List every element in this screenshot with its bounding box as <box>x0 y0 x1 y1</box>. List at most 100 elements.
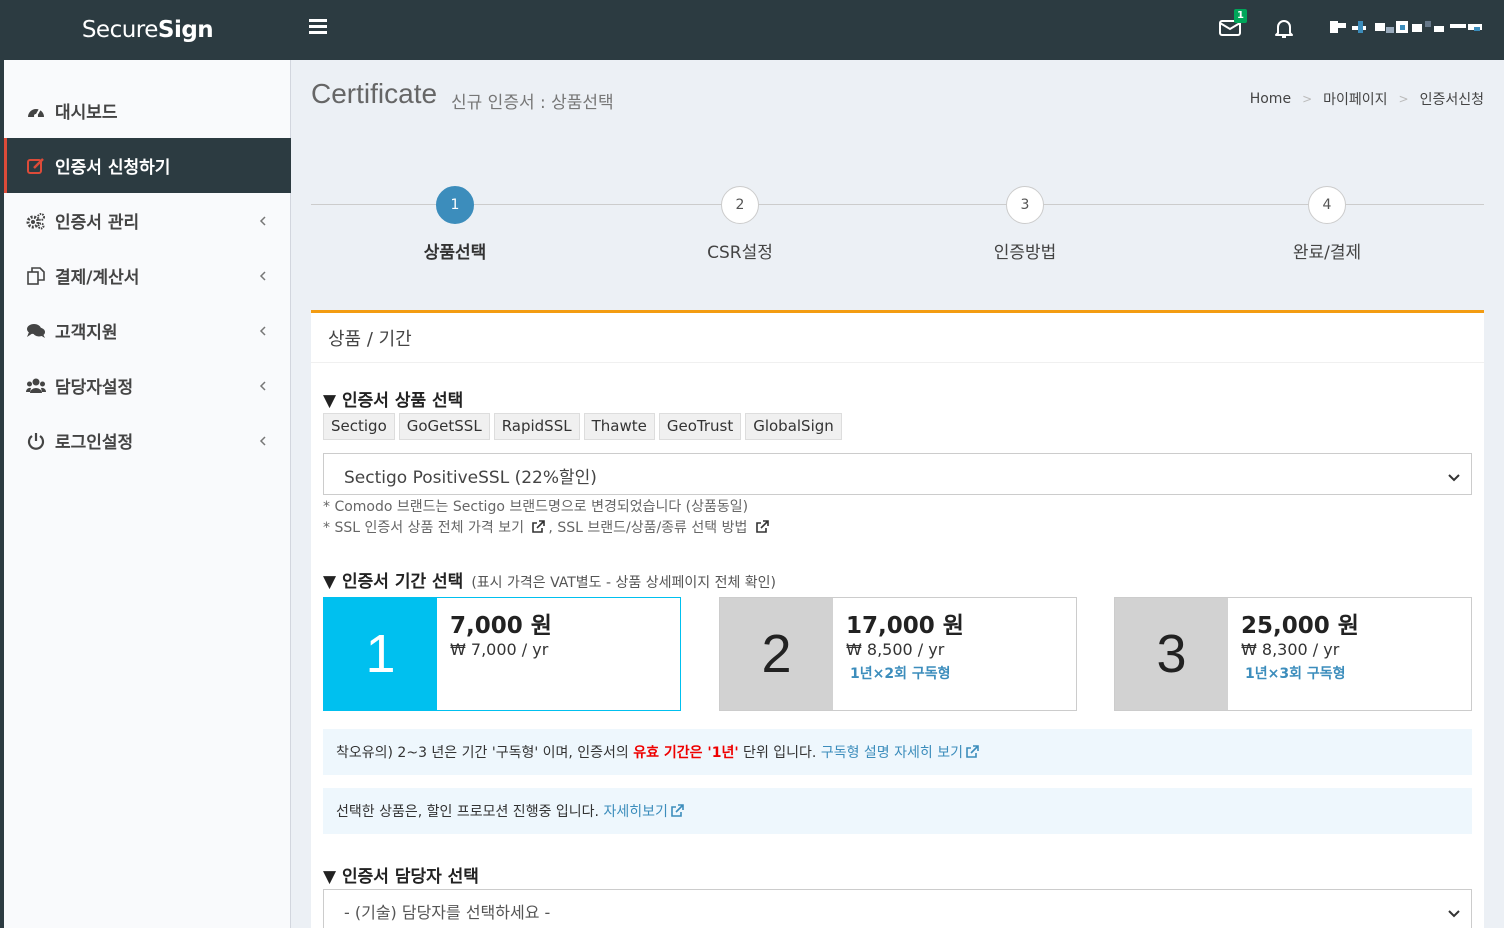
breadcrumb-home[interactable]: Home <box>1250 91 1291 107</box>
brand-tab-thawte[interactable]: Thawte <box>583 413 655 440</box>
sidebar-item-customer-support[interactable]: 고객지원 <box>4 303 291 358</box>
contact-select-value: - (기술) 담당자를 선택하세요 - <box>344 903 551 922</box>
product-section-title: ▼ 인증서 상품 선택 <box>323 391 464 411</box>
warning-validity: 유효 기간은 '1년' <box>633 745 739 761</box>
step-3-label: 인증방법 <box>993 243 1057 263</box>
sidebar-item-apply-certificate[interactable]: 인증서 신청하기 <box>4 138 291 193</box>
brand-tab-globalsign[interactable]: GlobalSign <box>745 413 842 440</box>
promotion-text: 선택한 상품은, 할인 프로모션 진행중 입니다. <box>336 804 604 820</box>
subscription-detail-link[interactable]: 구독형 설명 자세히 보기 <box>821 745 963 761</box>
period-price: 17,000 원 <box>846 613 964 639</box>
period-price: 25,000 원 <box>1241 613 1359 639</box>
period-rate: ₩ 8,300 / yr <box>1241 640 1340 659</box>
step-4-circle: 4 <box>1308 186 1346 224</box>
breadcrumb-mypage[interactable]: 마이페이지 <box>1323 89 1387 109</box>
period-section-title: ▼ 인증서 기간 선택 (표시 가격은 VAT별도 - 상품 상세페이지 전체 확… <box>323 567 776 592</box>
period-number: 3 <box>1115 598 1228 710</box>
sidebar-toggle-button[interactable] <box>309 19 327 37</box>
subscription-warning: 착오유의) 2~3 년은 기간 '구독형' 이며, 인증서의 유효 기간은 '1… <box>323 729 1472 775</box>
sidebar-item-label: 대시보드 <box>55 103 118 123</box>
sidebar-item-label: 로그인설정 <box>55 433 134 453</box>
external-link-icon[interactable] <box>965 745 979 759</box>
brand-tab-gogetssl[interactable]: GoGetSSL <box>398 413 490 440</box>
period-rate: ₩ 7,000 / yr <box>450 640 549 659</box>
promotion-detail-link[interactable]: 자세히보기 <box>603 804 667 820</box>
period-subscription-label: 1년×2회 구독형 <box>850 666 951 682</box>
logo-bold-text: Sign <box>157 17 214 43</box>
hamburger-bar <box>309 19 327 22</box>
brand-tab-rapidssl[interactable]: RapidSSL <box>493 413 580 440</box>
period-section-label: ▼ 인증서 기간 선택 <box>323 572 464 592</box>
step-1-label: 상품선택 <box>423 243 487 263</box>
sidebar-item-label: 담당자설정 <box>55 378 134 398</box>
dashboard-icon <box>26 101 46 121</box>
comments-icon <box>26 321 46 341</box>
edit-icon <box>26 156 46 176</box>
period-option-1yr[interactable]: 1 7,000 원 ₩ 7,000 / yr <box>323 597 681 711</box>
mail-badge: 1 <box>1234 9 1247 23</box>
sidebar-item-payment-invoice[interactable]: 결제/계산서 <box>4 248 291 303</box>
period-section-note: (표시 가격은 VAT별도 - 상품 상세페이지 전체 확인) <box>471 575 777 591</box>
gears-icon <box>26 211 46 231</box>
external-link-icon[interactable] <box>531 520 546 534</box>
brand-tabs: Sectigo GoGetSSL RapidSSL Thawte GeoTrus… <box>323 413 846 440</box>
period-option-3yr[interactable]: 3 25,000 원 ₩ 8,300 / yr 1년×3회 구독형 <box>1114 597 1472 711</box>
logo-light-text: Secure <box>81 17 159 43</box>
warning-prefix: 착오유의) 2~3 년은 기간 '구독형' 이며, 인증서의 <box>336 745 634 761</box>
brand-tab-sectigo[interactable]: Sectigo <box>323 413 395 440</box>
breadcrumb-current: 인증서신청 <box>1419 92 1484 108</box>
note-price-list-text: * SSL 인증서 상품 전체 가격 보기 <box>323 520 524 536</box>
power-icon <box>26 431 46 451</box>
promotion-notice: 선택한 상품은, 할인 프로모션 진행중 입니다. 자세히보기 <box>323 788 1472 834</box>
sidebar-item-login-settings[interactable]: 로그인설정 <box>4 413 291 468</box>
sidebar-item-contact-settings[interactable]: 담당자설정 <box>4 358 291 413</box>
hamburger-bar <box>309 25 327 28</box>
external-link-icon[interactable] <box>670 804 684 818</box>
product-select-value: Sectigo PositiveSSL (22%할인) <box>344 468 597 488</box>
product-select[interactable]: Sectigo PositiveSSL (22%할인) <box>323 453 1472 495</box>
chevron-down-icon <box>1447 468 1461 482</box>
chevron-left-icon <box>259 213 267 227</box>
page-title: Certificate <box>311 78 438 109</box>
step-4-label: 완료/결제 <box>1292 243 1362 263</box>
brand-tab-geotrust[interactable]: GeoTrust <box>658 413 742 440</box>
contact-section-title: ▼ 인증서 담당자 선택 <box>323 867 479 887</box>
chevron-left-icon <box>259 268 267 282</box>
breadcrumb: Home > 마이페이지 > 인증서신청 <box>1250 89 1484 109</box>
note-links: * SSL 인증서 상품 전체 가격 보기 , SSL 브랜드/상품/종류 선택… <box>323 518 772 539</box>
chevron-down-icon <box>1447 904 1461 918</box>
user-menu-redacted[interactable] <box>1330 18 1485 40</box>
page-subtitle: 신규 인증서 : 상품선택 <box>451 93 614 113</box>
period-number: 1 <box>324 598 437 710</box>
sidebar-item-label: 고객지원 <box>55 323 118 343</box>
copy-icon <box>26 266 46 286</box>
warning-suffix: 단위 입니다. <box>738 745 821 761</box>
period-price: 7,000 원 <box>450 613 552 639</box>
hamburger-bar <box>309 31 327 34</box>
step-3-circle: 3 <box>1006 186 1044 224</box>
breadcrumb-separator: > <box>1398 92 1409 106</box>
chevron-left-icon <box>259 378 267 392</box>
sidebar-item-label: 인증서 관리 <box>55 213 140 233</box>
note-selection-guide-text: , SSL 브랜드/상품/종류 선택 방법 <box>548 520 748 536</box>
note-comodo: * Comodo 브랜드는 Sectigo 브랜드명으로 변경되었습니다 (상품… <box>323 499 749 515</box>
product-notes: * Comodo 브랜드는 Sectigo 브랜드명으로 변경되었습니다 (상품… <box>323 497 772 539</box>
step-2-label: CSR설정 <box>707 243 773 263</box>
step-2-circle: 2 <box>721 186 759 224</box>
breadcrumb-separator: > <box>1302 92 1313 106</box>
external-link-icon[interactable] <box>755 520 769 534</box>
sidebar: 대시보드 인증서 신청하기 인증서 관리 결제/계산서 고객지원 담당자설정 로… <box>4 60 291 928</box>
sidebar-item-certificate-management[interactable]: 인증서 관리 <box>4 193 291 248</box>
chevron-left-icon <box>259 433 267 447</box>
period-number: 2 <box>720 598 833 710</box>
step-1-circle: 1 <box>436 186 474 224</box>
chevron-left-icon <box>259 323 267 337</box>
sidebar-item-dashboard[interactable]: 대시보드 <box>4 83 291 138</box>
period-rate: ₩ 8,500 / yr <box>846 640 945 659</box>
period-subscription-label: 1년×3회 구독형 <box>1245 666 1346 682</box>
product-period-box: 상품 / 기간 ▼ 인증서 상품 선택 Sectigo GoGetSSL Rap… <box>311 310 1484 928</box>
logo[interactable]: Secure Sign <box>4 0 291 60</box>
contact-select[interactable]: - (기술) 담당자를 선택하세요 - <box>323 889 1472 928</box>
bell-icon[interactable] <box>1272 16 1296 40</box>
period-option-2yr[interactable]: 2 17,000 원 ₩ 8,500 / yr 1년×2회 구독형 <box>719 597 1077 711</box>
